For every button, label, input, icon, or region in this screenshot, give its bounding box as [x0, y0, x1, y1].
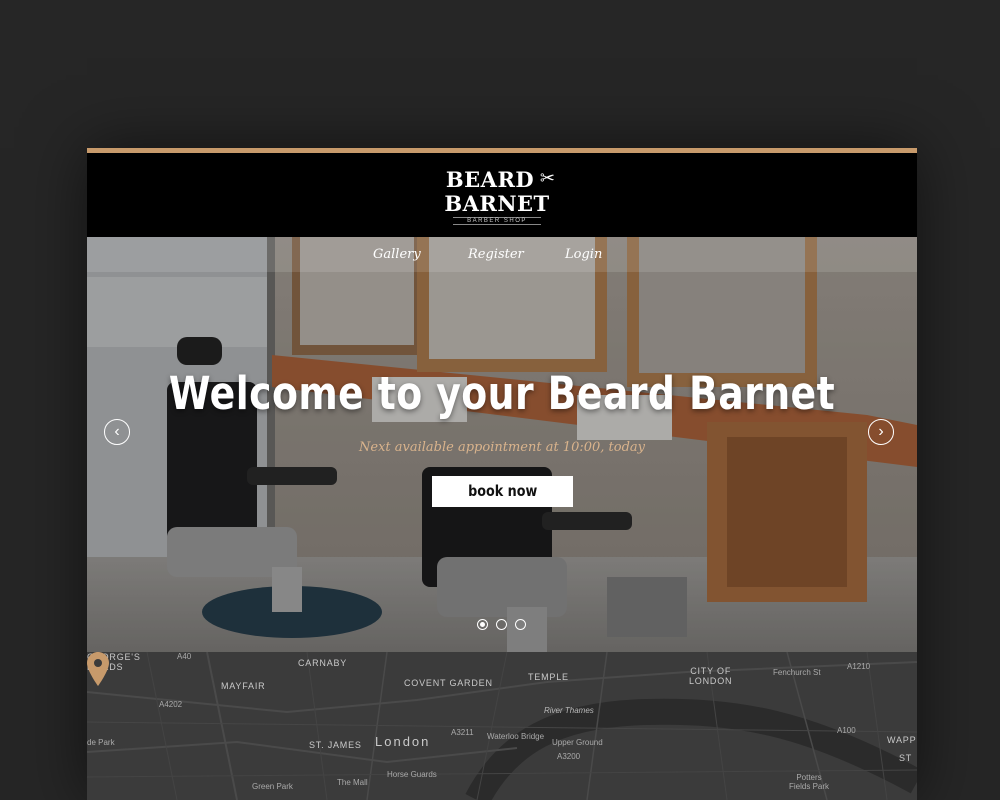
map-label-covent-garden: COVENT GARDEN [404, 678, 493, 688]
chevron-left-icon: ‹ [114, 423, 120, 440]
map-label-river-thames: River Thames [544, 706, 594, 715]
map-pin-icon[interactable] [87, 652, 109, 686]
book-now-button[interactable]: book now [432, 476, 573, 507]
slider-dot-3[interactable] [515, 619, 526, 630]
scissors-icon: ✂ [539, 168, 555, 188]
map-label-a3211: A3211 [451, 728, 474, 737]
map-label-a40: A40 [177, 652, 192, 661]
map-label-london: London [375, 734, 431, 749]
website-frame: BEARD ✂ BARNET BARBER SHOP Gallery Regis… [87, 148, 917, 800]
map-label-carnaby: CARNABY [298, 658, 348, 668]
map-label-potters-fields: Potters Fields Park [789, 773, 830, 791]
logo-word-barnet: BARNET [444, 191, 550, 216]
map-label-a1210: A1210 [847, 662, 871, 671]
nav-register[interactable]: Register [468, 247, 524, 262]
main-nav: Gallery Register Login [87, 237, 917, 272]
hero-subtitle: Next available appointment at 10:00, tod… [359, 440, 645, 455]
nav-gallery[interactable]: Gallery [373, 247, 421, 262]
map-label-a4202: A4202 [159, 700, 183, 709]
logo-tagline: BARBER SHOP [453, 217, 541, 225]
map-label-hyde-park: de Park [87, 738, 115, 747]
site-header: BEARD ✂ BARNET BARBER SHOP [87, 153, 917, 237]
book-now-label: book now [467, 482, 538, 500]
nav-login[interactable]: Login [565, 247, 602, 262]
map-label-the-mall: The Mall [337, 778, 368, 787]
map-label-st-james: ST. JAMES [309, 740, 362, 750]
map-label-upper-ground: Upper Ground [552, 738, 603, 747]
map-label-a3200: A3200 [557, 752, 581, 761]
slider-next-button[interactable]: › [868, 419, 894, 445]
location-map[interactable]: GEORGE'S FIELDS A40 CARNABY MAYFAIR COVE… [87, 652, 917, 800]
map-label-mayfair: MAYFAIR [221, 681, 266, 691]
map-label-waterloo: Waterloo Bridge [487, 732, 545, 741]
slider-dots [476, 619, 536, 631]
map-label-city-of-london: CITY OF LONDON [689, 666, 733, 686]
hero-slider: Gallery Register Login Welcome to your B… [87, 237, 917, 652]
map-label-green-park: Green Park [252, 782, 293, 791]
map-label-temple: TEMPLE [528, 672, 569, 682]
map-label-a100: A100 [837, 726, 856, 735]
chevron-right-icon: › [878, 423, 884, 440]
slider-dot-1[interactable] [477, 619, 488, 630]
hero-title: Welcome to your Beard Barnet [168, 367, 836, 420]
brand-logo[interactable]: BEARD ✂ BARNET BARBER SHOP [437, 168, 557, 228]
map-label-horse-guards: Horse Guards [387, 770, 437, 779]
slider-dot-2[interactable] [496, 619, 507, 630]
map-label-fenchurch: Fenchurch St [773, 668, 821, 677]
slider-prev-button[interactable]: ‹ [104, 419, 130, 445]
map-label-st: ST [899, 753, 913, 763]
map-label-wapping: WAPP [887, 735, 917, 745]
